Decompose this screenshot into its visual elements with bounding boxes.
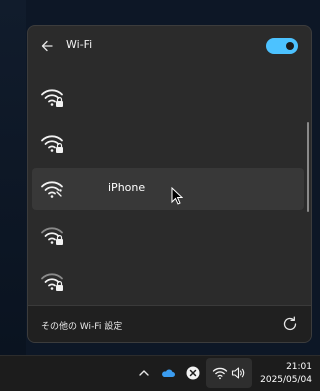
flyout-header: Wi-Fi [28,26,311,66]
speaker-icon [230,365,246,381]
wifi-secured-icon [40,270,64,292]
flyout-footer: その他の Wi-Fi 設定 [28,305,311,342]
clock-time: 21:01 [286,362,312,372]
mouse-cursor-icon [171,187,183,205]
flyout-title: Wi-Fi [66,38,93,51]
chevron-up-icon[interactable] [136,365,152,381]
close-circle-icon[interactable] [185,365,201,381]
network-item[interactable] [32,76,304,118]
wifi-secured-icon [40,132,64,154]
network-volume-tray-button[interactable] [206,358,252,388]
back-button[interactable] [37,35,59,57]
taskbar: 21:01 2025/05/04 [0,355,320,391]
network-list: iPhone [32,76,304,306]
desktop-background [0,0,26,355]
wifi-flyout: Wi-Fi iPhone その他の Wi-Fi 設定 [27,25,312,343]
network-item[interactable] [32,214,304,256]
network-item-iphone[interactable]: iPhone [32,168,304,210]
wifi-secured-icon [40,86,64,108]
clock-date: 2025/05/04 [260,375,312,385]
wifi-icon [40,178,64,200]
more-wifi-settings-link[interactable]: その他の Wi-Fi 設定 [41,319,122,332]
network-item[interactable] [32,260,304,302]
onedrive-cloud-icon[interactable] [160,365,176,381]
refresh-icon [283,316,297,331]
back-arrow-icon [41,40,53,52]
taskbar-clock[interactable]: 21:01 2025/05/04 [260,361,312,387]
network-list-scrollbar[interactable] [307,122,309,212]
wifi-toggle[interactable] [266,38,298,54]
network-name: iPhone [108,181,146,194]
wifi-secured-icon [40,224,64,246]
network-item[interactable] [32,122,304,164]
toggle-knob [286,42,294,50]
refresh-button[interactable] [281,315,299,333]
wifi-icon [212,365,228,381]
